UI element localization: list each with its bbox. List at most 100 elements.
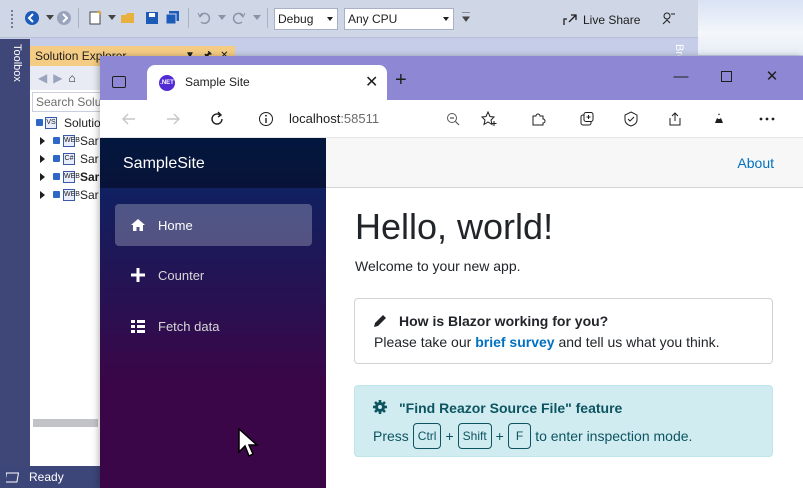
web-project-icon: WEB bbox=[63, 189, 80, 201]
startup-project-label: Sar bbox=[80, 170, 100, 184]
key-plus: + bbox=[445, 428, 454, 444]
key-f: F bbox=[507, 423, 532, 449]
list-icon bbox=[130, 318, 146, 334]
expand-icon[interactable] bbox=[40, 137, 45, 145]
expand-icon[interactable] bbox=[40, 173, 45, 181]
browser-essentials-icon[interactable] bbox=[621, 109, 641, 129]
nav-item-counter[interactable]: Counter bbox=[115, 254, 312, 296]
browser-window: .NET Sample Site ✕ + — ✕ localhost:58511 bbox=[100, 56, 803, 488]
solution-label: Solutio bbox=[64, 116, 101, 130]
undo-dropdown-icon[interactable] bbox=[214, 10, 230, 26]
profile-avatar-icon[interactable] bbox=[709, 109, 729, 129]
nav-label: Counter bbox=[158, 267, 205, 283]
refresh-icon[interactable] bbox=[207, 109, 227, 129]
platform-combo[interactable]: Any CPU bbox=[344, 8, 454, 30]
share-icon bbox=[563, 14, 577, 25]
close-tab-icon[interactable]: ✕ bbox=[365, 72, 378, 92]
status-icon bbox=[6, 472, 20, 483]
top-row: About bbox=[326, 138, 803, 188]
forward-nav-icon[interactable] bbox=[56, 10, 72, 26]
horizontal-scrollbar[interactable] bbox=[33, 419, 98, 427]
url-text[interactable]: localhost:58511 bbox=[289, 111, 379, 126]
site-info-icon[interactable] bbox=[256, 109, 276, 129]
toolbar-overflow-icon[interactable] bbox=[458, 10, 474, 26]
web-project-icon: WEB bbox=[63, 171, 80, 183]
zoom-icon[interactable] bbox=[443, 109, 463, 129]
tab-actions-icon[interactable] bbox=[112, 76, 126, 88]
nav-item-fetch-data[interactable]: Fetch data bbox=[115, 305, 312, 347]
survey-prefix: Please take our bbox=[374, 334, 472, 350]
browser-tab[interactable]: .NET Sample Site ✕ bbox=[147, 65, 387, 100]
chevron-down-icon bbox=[443, 17, 449, 21]
maximize-icon[interactable] bbox=[714, 66, 738, 86]
page-heading: Hello, world! bbox=[355, 206, 554, 247]
back-icon[interactable]: ◀ bbox=[38, 71, 47, 85]
toolbar-separator bbox=[188, 8, 189, 28]
welcome-text: Welcome to your new app. bbox=[355, 258, 521, 274]
configuration-combo[interactable]: Debug bbox=[274, 8, 338, 30]
brand-link[interactable]: SampleSite bbox=[123, 155, 205, 173]
new-tab-icon[interactable]: + bbox=[395, 70, 407, 90]
new-dropdown-icon[interactable] bbox=[104, 10, 120, 26]
extensions-icon[interactable] bbox=[528, 109, 548, 129]
open-folder-icon[interactable] bbox=[120, 10, 136, 26]
more-options-icon[interactable] bbox=[757, 109, 777, 129]
nav-item-home[interactable]: Home bbox=[115, 204, 312, 246]
nav-label: Home bbox=[158, 217, 193, 233]
project-label: Sar bbox=[80, 188, 99, 202]
undo-icon[interactable] bbox=[196, 10, 212, 26]
live-share-label: Live Share bbox=[583, 13, 641, 27]
toolbar-grip[interactable] bbox=[10, 9, 14, 29]
key-shift: Shift bbox=[457, 423, 492, 449]
feature-alert: "Find Reazor Source File" feature Press … bbox=[354, 385, 773, 457]
blazor-page: SampleSite Home Counter Fetch data About… bbox=[100, 138, 803, 488]
feature-press: Press bbox=[373, 428, 409, 444]
feedback-icon[interactable] bbox=[661, 10, 677, 26]
add-favorite-icon[interactable] bbox=[480, 109, 500, 129]
save-all-icon[interactable] bbox=[165, 10, 181, 26]
forward-icon[interactable] bbox=[163, 109, 183, 129]
survey-link[interactable]: brief survey bbox=[475, 334, 554, 350]
new-project-icon[interactable] bbox=[87, 10, 103, 26]
redo-icon[interactable] bbox=[231, 10, 247, 26]
back-icon[interactable] bbox=[119, 109, 139, 129]
survey-prompt: How is Blazor working for you? Please ta… bbox=[354, 298, 773, 364]
brand-bar: SampleSite bbox=[100, 138, 326, 188]
key-plus: + bbox=[495, 428, 504, 444]
lock-icon bbox=[36, 119, 43, 126]
home-icon[interactable]: ⌂ bbox=[68, 71, 75, 85]
survey-title: How is Blazor working for you? bbox=[399, 313, 609, 329]
about-link[interactable]: About bbox=[737, 155, 774, 171]
vs-left-rail bbox=[0, 39, 30, 469]
mouse-pointer-icon bbox=[238, 428, 259, 458]
expand-icon[interactable] bbox=[40, 155, 45, 163]
minimize-icon[interactable]: — bbox=[669, 66, 693, 86]
lock-icon bbox=[53, 137, 60, 144]
url-port: :58511 bbox=[340, 111, 380, 126]
share-icon[interactable] bbox=[665, 109, 685, 129]
vs-toolbar: Debug Any CPU Live Share bbox=[0, 0, 803, 38]
save-icon[interactable] bbox=[144, 10, 160, 26]
home-icon bbox=[130, 217, 146, 233]
sidebar: SampleSite Home Counter Fetch data bbox=[100, 138, 326, 488]
expand-icon[interactable] bbox=[40, 191, 45, 199]
package-manager-tab[interactable]: Package Mar bbox=[30, 440, 101, 454]
lock-icon bbox=[53, 155, 60, 162]
lock-icon bbox=[53, 191, 60, 198]
desktop-background bbox=[698, 0, 803, 55]
browser-tab-strip: .NET Sample Site ✕ + — ✕ bbox=[100, 56, 803, 100]
pencil-icon bbox=[374, 315, 386, 327]
solution-icon: VS bbox=[45, 117, 57, 129]
project-label: Sar bbox=[80, 134, 99, 148]
toolbox-tab[interactable]: Toolbox bbox=[7, 44, 23, 94]
collections-icon[interactable] bbox=[577, 109, 597, 129]
status-text: Ready bbox=[29, 470, 64, 484]
live-share-button[interactable]: Live Share bbox=[562, 10, 640, 30]
back-nav-icon[interactable] bbox=[24, 10, 40, 26]
close-window-icon[interactable]: ✕ bbox=[760, 66, 784, 86]
forward-icon[interactable]: ▶ bbox=[53, 71, 62, 85]
csharp-project-icon: C# bbox=[63, 153, 75, 165]
dotnet-icon: .NET bbox=[159, 75, 175, 91]
redo-dropdown-icon[interactable] bbox=[249, 10, 265, 26]
survey-suffix: and tell us what you think. bbox=[558, 334, 720, 350]
